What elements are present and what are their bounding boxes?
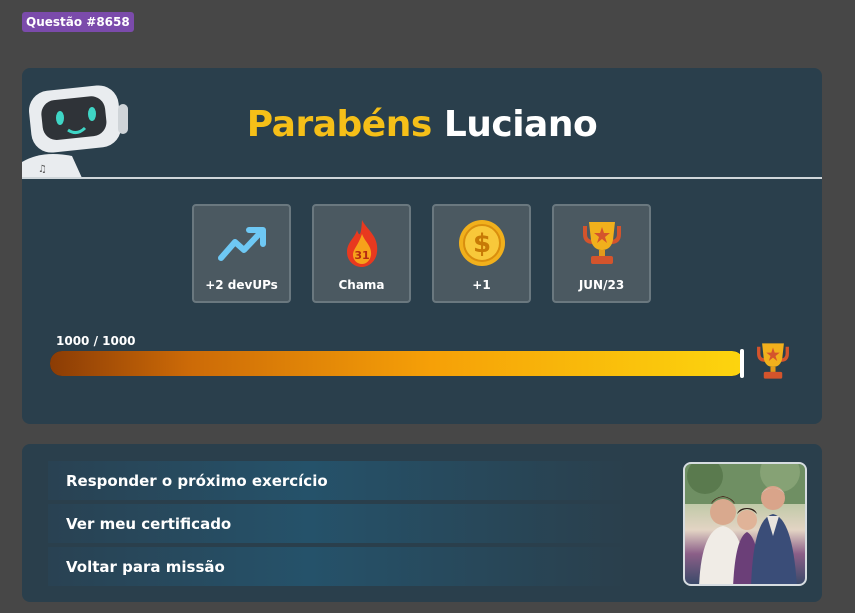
coin-icon: $	[458, 220, 505, 266]
question-badge: Questão #8658	[22, 12, 134, 32]
stat-label: JUN/23	[578, 278, 625, 292]
stat-label: Chama	[338, 278, 385, 292]
progress-fill	[50, 351, 744, 376]
stat-label: +1	[472, 278, 491, 292]
progress-cap	[740, 349, 744, 378]
trending-up-icon	[217, 227, 266, 261]
congrats-card: ♫ Parabéns Luciano +2 devUPs 31 Chama $ …	[22, 68, 822, 424]
svg-text:$: $	[472, 229, 490, 259]
trophy-icon	[582, 222, 621, 264]
stat-trophy: JUN/23	[552, 204, 651, 303]
stat-flame: 31 Chama	[312, 204, 411, 303]
family-photo-image	[685, 464, 805, 584]
progress-text: 1000 / 1000	[56, 334, 136, 348]
progress-bar	[50, 351, 744, 376]
user-photo	[683, 462, 807, 586]
view-certificate-button[interactable]: Ver meu certificado	[48, 504, 628, 543]
trophy-icon	[757, 343, 789, 379]
stat-coin: $ +1	[432, 204, 531, 303]
back-to-mission-button[interactable]: Voltar para missão	[48, 547, 628, 586]
actions-card: Responder o próximo exercício Ver meu ce…	[22, 444, 822, 602]
svg-text:♫: ♫	[38, 164, 47, 175]
stat-devups: +2 devUPs	[192, 204, 291, 303]
user-name: Luciano	[443, 104, 598, 145]
flame-icon: 31	[346, 220, 377, 267]
congrats-title: Parabéns Luciano	[22, 104, 822, 145]
stats-row: +2 devUPs 31 Chama $ +1 JUN/23	[192, 204, 651, 303]
divider	[22, 177, 822, 179]
congrats-word: Parabéns	[246, 104, 433, 145]
flame-number: 31	[354, 249, 369, 262]
stat-label: +2 devUPs	[205, 278, 278, 292]
next-exercise-button[interactable]: Responder o próximo exercício	[48, 461, 628, 500]
